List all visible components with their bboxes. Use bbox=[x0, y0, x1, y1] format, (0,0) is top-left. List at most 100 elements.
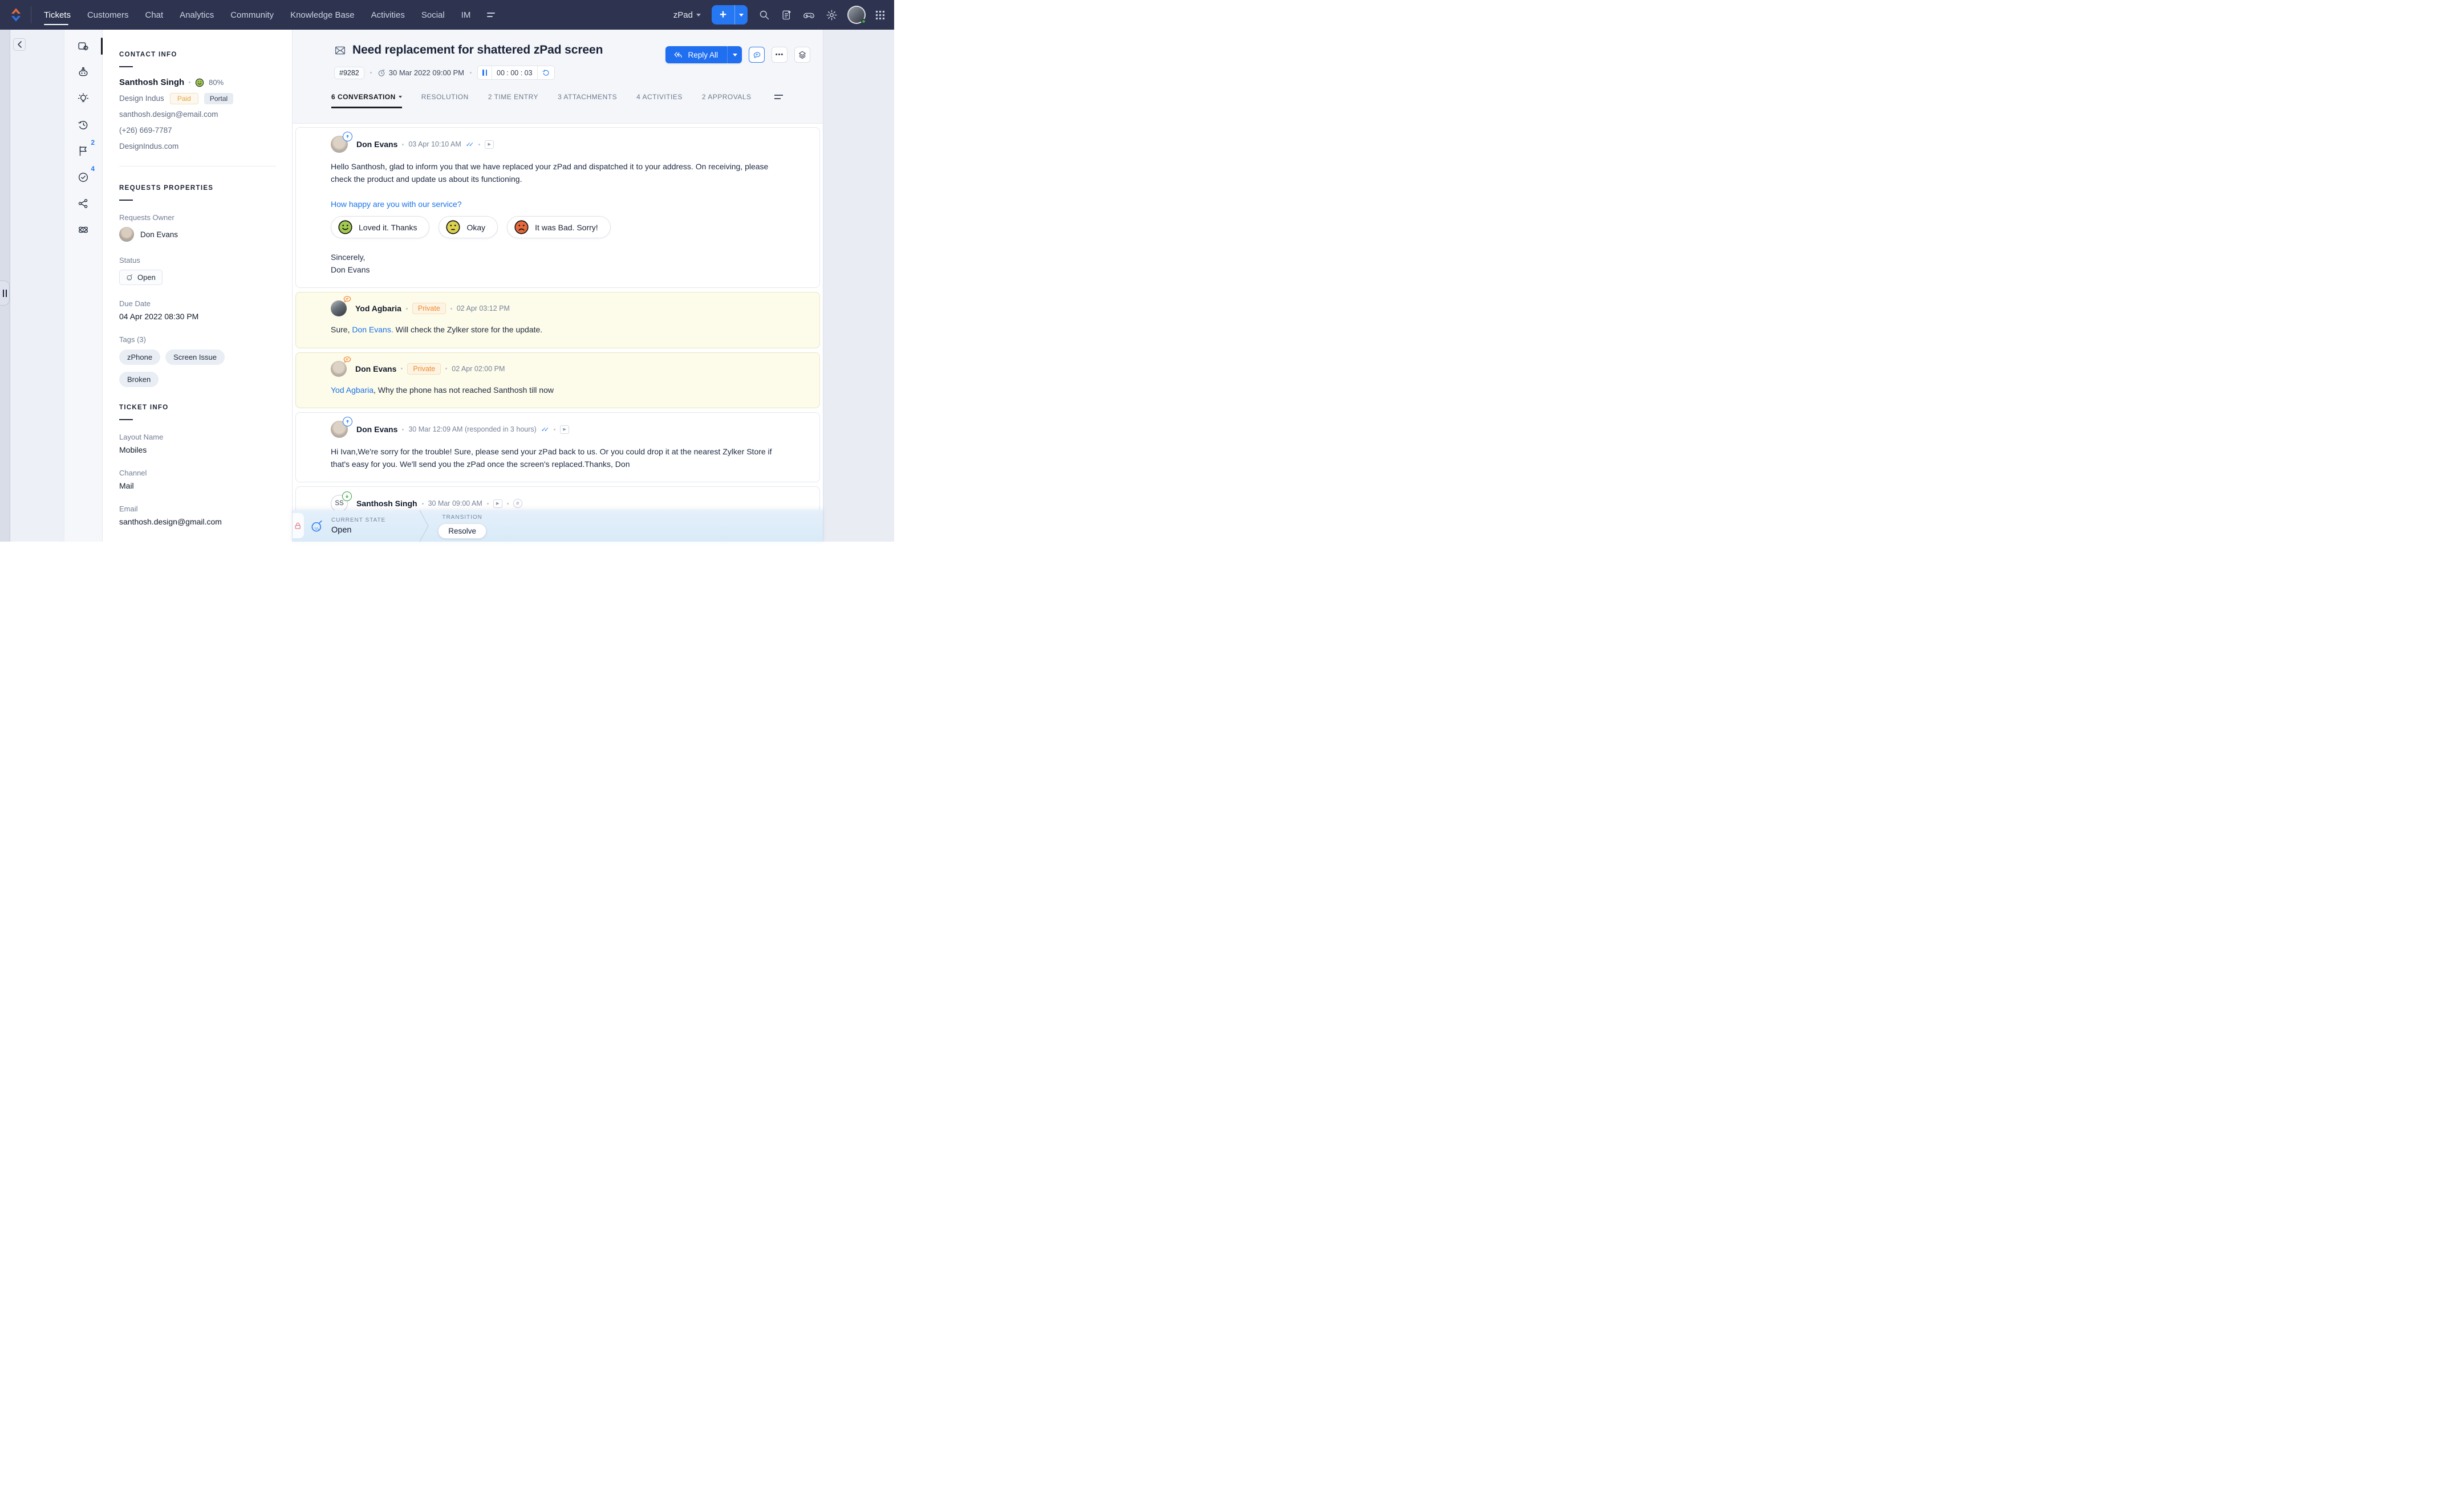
ticket-settings-icon bbox=[77, 40, 90, 52]
right-gutter bbox=[823, 30, 894, 542]
nav-analytics[interactable]: Analytics bbox=[180, 0, 214, 30]
message-author[interactable]: Don Evans bbox=[356, 425, 397, 434]
happy-face-icon bbox=[338, 219, 353, 235]
outbound-reply-badge bbox=[343, 417, 352, 426]
tab-attachments[interactable]: 3 ATTACHMENTS bbox=[558, 93, 617, 101]
add-new-button[interactable]: + bbox=[712, 5, 748, 25]
tab-resolution[interactable]: RESOLUTION bbox=[421, 93, 469, 101]
message-author[interactable]: Santhosh Singh bbox=[356, 499, 417, 508]
ticket-created-time: 30 Mar 2022 09:00 PM bbox=[389, 68, 464, 77]
tag-zphone[interactable]: zPhone bbox=[119, 349, 160, 365]
contact-panel: CONTACT INFO Santhosh Singh 80% Design I… bbox=[103, 30, 293, 542]
nav-im[interactable]: IM bbox=[461, 0, 471, 30]
layout-name-value[interactable]: Mobiles bbox=[119, 445, 276, 454]
avatar-initials: SS bbox=[335, 500, 343, 507]
timer-pause-button[interactable] bbox=[478, 66, 492, 79]
reply-all-button[interactable]: Reply All bbox=[665, 46, 742, 63]
contact-name[interactable]: Santhosh Singh bbox=[119, 78, 184, 87]
panel-resize-handle[interactable] bbox=[0, 280, 10, 306]
rail-follow-up-flags[interactable]: 2 bbox=[64, 138, 102, 164]
timer-reset-button[interactable] bbox=[538, 66, 554, 79]
games-icon[interactable] bbox=[803, 9, 815, 21]
expand-message-icon[interactable]: ▶ bbox=[485, 140, 494, 149]
requests-owner[interactable]: Don Evans bbox=[119, 227, 276, 242]
rail-approvals[interactable]: 4 bbox=[64, 164, 102, 190]
atom-icon bbox=[77, 223, 90, 236]
search-icon[interactable] bbox=[758, 9, 770, 21]
user-avatar[interactable] bbox=[849, 7, 864, 23]
department-selector[interactable]: zPad bbox=[673, 10, 701, 20]
nav-social[interactable]: Social bbox=[421, 0, 445, 30]
chevron-left-icon bbox=[17, 41, 22, 48]
add-new-caret[interactable] bbox=[734, 5, 748, 25]
more-actions-button[interactable]: ••• bbox=[772, 47, 787, 63]
resolve-transition-button[interactable]: Resolve bbox=[438, 523, 486, 539]
feedback-bad-button[interactable]: It was Bad. Sorry! bbox=[507, 216, 610, 238]
ticket-id-chip[interactable]: #9282 bbox=[334, 67, 364, 79]
nav-tickets[interactable]: Tickets bbox=[44, 0, 71, 30]
message-author[interactable]: Yod Agbaria bbox=[355, 304, 401, 313]
rail-share[interactable] bbox=[64, 190, 102, 217]
email-value[interactable]: santhosh.design@gmail.com bbox=[119, 517, 276, 526]
rail-zia-bot[interactable] bbox=[64, 59, 102, 86]
reply-options-caret[interactable] bbox=[727, 46, 742, 63]
agent-avatar[interactable] bbox=[331, 421, 348, 438]
collapse-back-button[interactable] bbox=[13, 38, 26, 51]
contact-email[interactable]: santhosh.design@email.com bbox=[119, 109, 276, 120]
agent-avatar[interactable] bbox=[331, 361, 347, 377]
private-comment-badge bbox=[343, 356, 352, 365]
tab-approvals[interactable]: 2 APPROVALS bbox=[702, 93, 752, 101]
nav-customers[interactable]: Customers bbox=[87, 0, 129, 30]
nav-knowledge-base[interactable]: Knowledge Base bbox=[290, 0, 355, 30]
agent-avatar[interactable] bbox=[331, 300, 347, 316]
tab-time-entry[interactable]: 2 TIME ENTRY bbox=[488, 93, 538, 101]
expand-message-icon[interactable]: ▶ bbox=[493, 499, 502, 508]
nav-chat[interactable]: Chat bbox=[145, 0, 163, 30]
issue-type-label: Issue Type bbox=[119, 540, 276, 542]
tab-conversation[interactable]: 6 CONVERSATION bbox=[331, 93, 402, 101]
feedback-loved-button[interactable]: Loved it. Thanks bbox=[331, 216, 429, 238]
survey-question-link[interactable]: How happy are you with our service? bbox=[331, 200, 794, 209]
thread-id-icon[interactable]: # bbox=[513, 499, 522, 508]
contact-phone[interactable]: (+26) 669-7787 bbox=[119, 125, 276, 136]
status-badge[interactable]: Open bbox=[119, 270, 163, 285]
zoho-desk-logo-icon[interactable] bbox=[8, 7, 24, 23]
contact-company[interactable]: Design Indus bbox=[119, 93, 164, 104]
feedback-okay-button[interactable]: Okay bbox=[439, 216, 498, 238]
contact-avatar[interactable]: SS bbox=[331, 495, 348, 512]
channel-value[interactable]: Mail bbox=[119, 481, 276, 490]
mention-link[interactable]: Yod Agbaria bbox=[331, 385, 374, 395]
timer-value: 00 : 00 : 03 bbox=[492, 66, 537, 79]
mention-link[interactable]: Don Evans. bbox=[352, 325, 393, 334]
tag-screen-issue[interactable]: Screen Issue bbox=[165, 349, 225, 365]
due-date-value[interactable]: 04 Apr 2022 08:30 PM bbox=[119, 312, 276, 321]
contact-info-title: CONTACT INFO bbox=[119, 51, 276, 58]
tab-activities[interactable]: 4 ACTIVITIES bbox=[636, 93, 683, 101]
sad-face-icon bbox=[514, 219, 529, 235]
outbound-reply-badge bbox=[343, 132, 352, 141]
ellipsis-icon: ••• bbox=[776, 51, 784, 58]
tabs-more-icon[interactable] bbox=[774, 95, 783, 99]
settings-gear-icon[interactable] bbox=[826, 9, 838, 21]
flag-icon bbox=[77, 145, 90, 157]
split-merge-button[interactable] bbox=[794, 47, 810, 63]
rail-history[interactable] bbox=[64, 112, 102, 138]
message-author[interactable]: Don Evans bbox=[356, 140, 397, 149]
comment-button[interactable] bbox=[749, 47, 765, 63]
nav-more-menu-icon[interactable] bbox=[487, 13, 495, 17]
tag-broken[interactable]: Broken bbox=[119, 372, 159, 387]
chevron-down-icon bbox=[399, 96, 402, 98]
message-author[interactable]: Don Evans bbox=[355, 364, 396, 373]
expand-message-icon[interactable]: ▶ bbox=[560, 425, 569, 434]
nav-community[interactable]: Community bbox=[230, 0, 274, 30]
nav-activities[interactable]: Activities bbox=[371, 0, 405, 30]
rail-ticket-properties[interactable] bbox=[64, 33, 102, 59]
contact-website[interactable]: DesignIndus.com bbox=[119, 141, 276, 152]
rail-insights[interactable] bbox=[64, 86, 102, 112]
plus-icon[interactable]: + bbox=[712, 5, 734, 25]
agent-avatar[interactable] bbox=[331, 136, 348, 153]
bulletin-icon[interactable] bbox=[781, 9, 792, 21]
apps-grid-icon[interactable] bbox=[875, 10, 885, 20]
private-badge: Private bbox=[412, 303, 446, 314]
rail-related-apps[interactable] bbox=[64, 217, 102, 243]
